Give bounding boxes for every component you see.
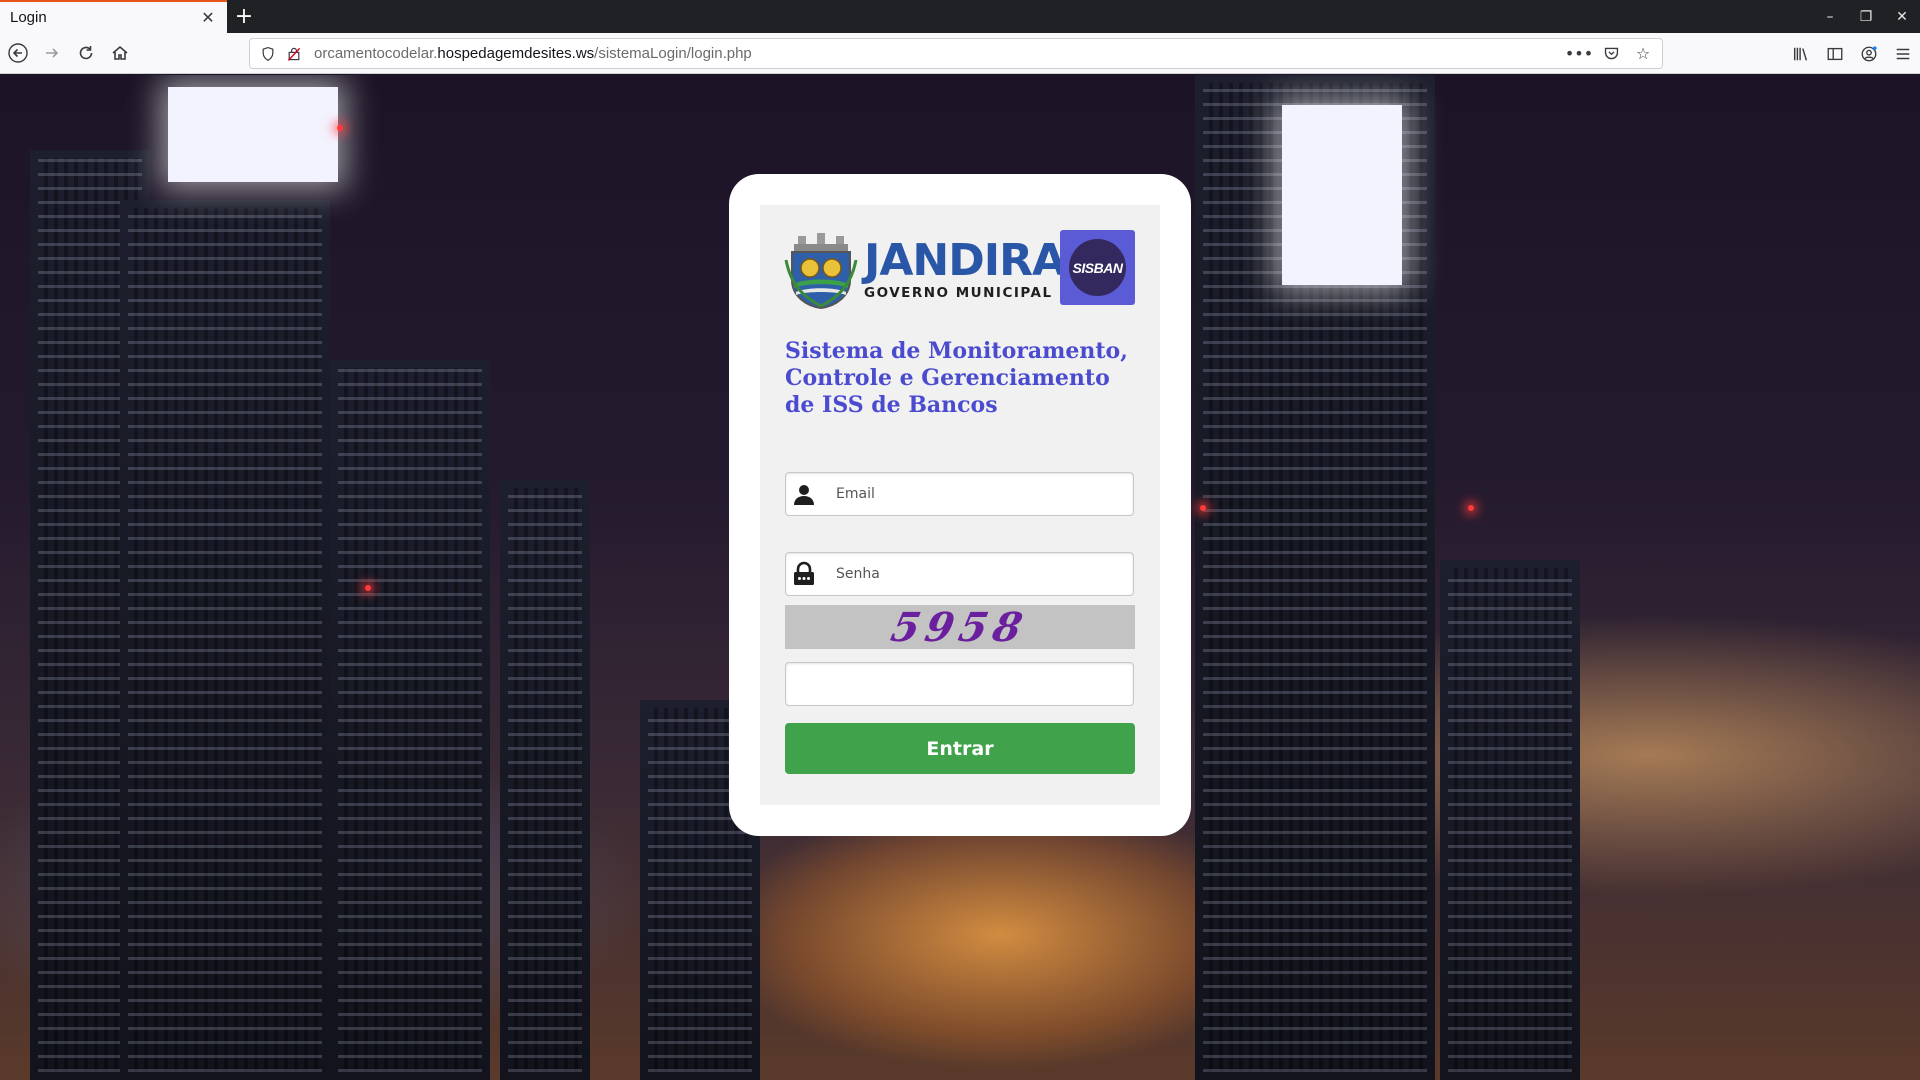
url-text[interactable]: orcamentocodelar.hospedagemdesites.ws/si… <box>314 45 752 62</box>
pocket-icon[interactable] <box>1600 43 1622 65</box>
beacon-light <box>1468 505 1474 511</box>
skyscraper-mid-left <box>330 360 490 1080</box>
tab-title: Login <box>10 9 47 26</box>
skyscraper-left-2 <box>120 200 330 1080</box>
reload-icon[interactable] <box>70 37 102 69</box>
menu-icon[interactable] <box>1890 41 1916 67</box>
back-icon[interactable] <box>2 37 34 69</box>
library-icon[interactable] <box>1788 41 1814 67</box>
page-actions-icon[interactable]: ••• <box>1565 43 1593 65</box>
captcha-field[interactable] <box>785 662 1134 706</box>
brand-name: JANDIRA <box>864 235 1066 286</box>
plus-icon[interactable]: + <box>227 0 261 33</box>
coat-of-arms-icon <box>784 233 858 310</box>
skyscraper-right-2 <box>1440 560 1580 1080</box>
sisban-logo: SISBAN <box>1060 230 1135 305</box>
skyscraper-mid <box>500 480 590 1080</box>
tower-top-light-right <box>1282 105 1402 285</box>
window-controls: – ❐ ✕ <box>1812 0 1920 33</box>
sisban-text: SISBAN <box>1072 259 1123 276</box>
tower-top-light <box>168 87 338 182</box>
captcha-input[interactable] <box>786 664 1133 704</box>
insecure-lock-icon[interactable] <box>284 44 304 64</box>
brand-block: JANDIRA GOVERNO MUNICIPAL <box>864 235 1066 302</box>
home-icon[interactable] <box>104 37 136 69</box>
shield-icon[interactable] <box>258 44 278 64</box>
restore-icon[interactable]: ❐ <box>1848 0 1884 33</box>
url-prefix: orcamentocodelar. <box>314 45 438 62</box>
beacon-light <box>1200 505 1206 511</box>
minimize-icon[interactable]: – <box>1812 0 1848 33</box>
beacon-light <box>365 585 371 591</box>
url-path: /sistemaLogin/login.php <box>594 45 752 62</box>
sidebar-icon[interactable] <box>1822 41 1848 67</box>
url-host: hospedagemdesites.ws <box>437 45 595 62</box>
address-bar[interactable]: orcamentocodelar.hospedagemdesites.ws/si… <box>249 38 1663 69</box>
captcha-text: 5958 <box>887 603 1033 651</box>
navigation-bar: orcamentocodelar.hospedagemdesites.ws/si… <box>0 33 1920 74</box>
email-field[interactable] <box>785 472 1134 516</box>
lock-icon <box>786 553 822 595</box>
account-icon[interactable] <box>1856 41 1882 67</box>
password-field[interactable] <box>785 552 1134 596</box>
user-icon <box>786 473 822 515</box>
window-close-icon[interactable]: ✕ <box>1884 0 1920 33</box>
tab-bar: Login ✕ + – ❐ ✕ <box>0 0 1920 33</box>
system-title: Sistema de Monitoramento, Controle e Ger… <box>785 338 1128 418</box>
bookmark-star-icon[interactable]: ☆ <box>1632 43 1654 65</box>
brand-subtitle: GOVERNO MUNICIPAL <box>864 285 1053 301</box>
email-input[interactable] <box>822 474 1133 514</box>
beacon-light <box>337 125 343 131</box>
sisban-badge: SISBAN <box>1069 239 1126 296</box>
login-button[interactable]: Entrar <box>785 723 1135 774</box>
close-icon[interactable]: ✕ <box>199 8 217 27</box>
forward-icon[interactable] <box>36 37 68 69</box>
password-input[interactable] <box>822 554 1133 594</box>
captcha-image: 5958 <box>785 603 1135 651</box>
browser-tab[interactable]: Login ✕ <box>0 0 227 33</box>
